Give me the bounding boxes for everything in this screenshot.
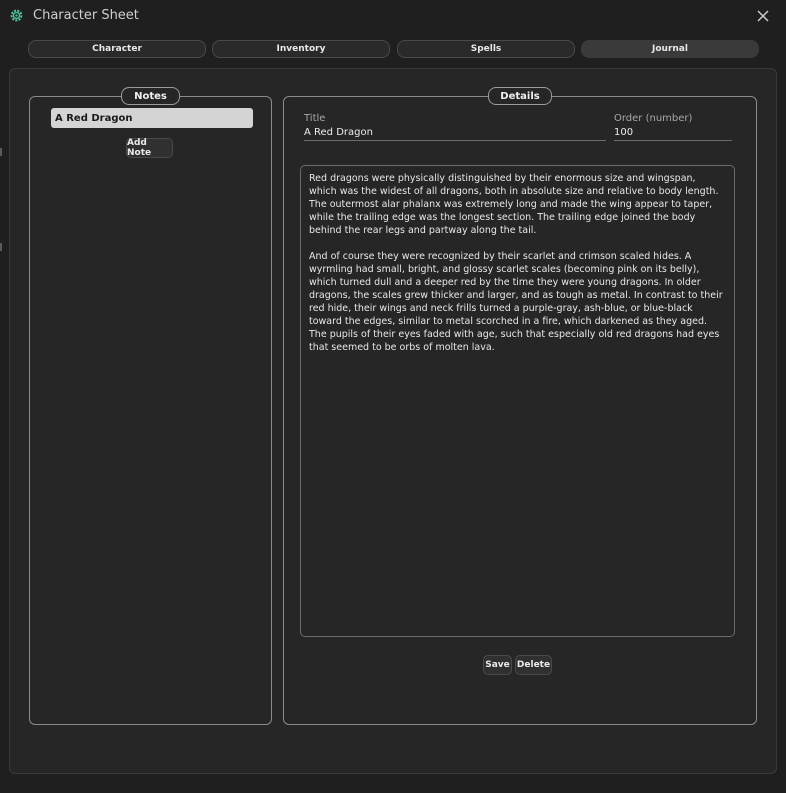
close-icon[interactable] bbox=[752, 5, 774, 27]
window-edge-mark bbox=[0, 148, 2, 156]
title-input[interactable] bbox=[304, 127, 606, 141]
tab-inventory[interactable]: Inventory bbox=[212, 40, 390, 58]
details-legend: Details bbox=[488, 87, 552, 105]
note-body-textarea[interactable]: Red dragons were physically distinguishe… bbox=[300, 165, 735, 637]
tab-character[interactable]: Character bbox=[28, 40, 206, 58]
order-input[interactable] bbox=[614, 127, 732, 141]
order-label: Order (number) bbox=[614, 113, 693, 124]
notes-legend: Notes bbox=[121, 87, 180, 105]
journal-content: Notes A Red Dragon Add Note Details Titl… bbox=[9, 68, 777, 774]
save-button[interactable]: Save bbox=[483, 655, 512, 675]
window-title: Character Sheet bbox=[33, 8, 139, 23]
window-edge-mark bbox=[0, 243, 2, 251]
tab-spells[interactable]: Spells bbox=[397, 40, 575, 58]
note-list-item[interactable]: A Red Dragon bbox=[51, 108, 253, 128]
tab-bar: Character Inventory Spells Journal bbox=[28, 40, 759, 58]
add-note-button[interactable]: Add Note bbox=[126, 138, 173, 158]
title-bar: Character Sheet bbox=[0, 0, 786, 32]
notes-panel: Notes A Red Dragon Add Note bbox=[29, 87, 272, 725]
delete-button[interactable]: Delete bbox=[515, 655, 552, 675]
title-label: Title bbox=[304, 113, 326, 124]
tab-journal[interactable]: Journal bbox=[581, 40, 759, 58]
gear-icon bbox=[10, 9, 23, 22]
details-panel: Details Title Order (number) Red dragons… bbox=[283, 87, 757, 725]
